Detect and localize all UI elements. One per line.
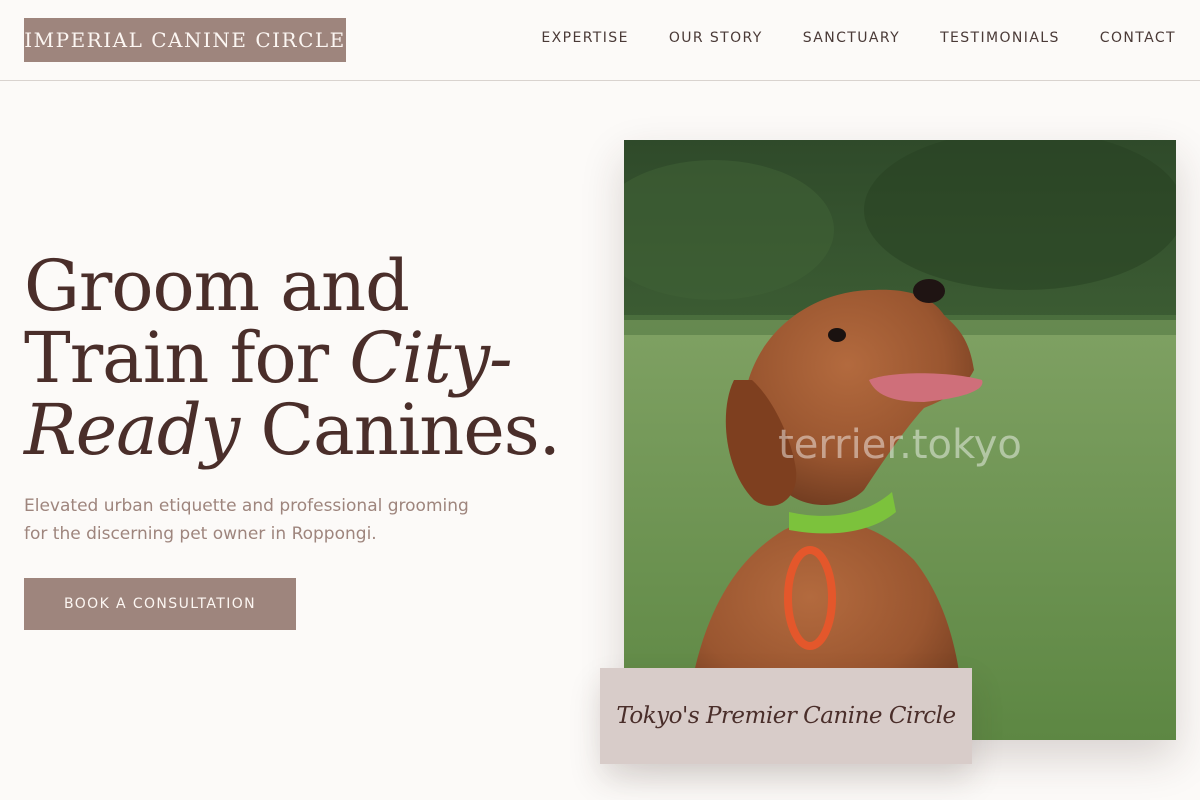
site-header: IMPERIAL CANINE CIRCLE EXPERTISE OUR STO… xyxy=(0,0,1200,81)
main-nav: EXPERTISE OUR STORY SANCTUARY TESTIMONIA… xyxy=(541,30,1176,48)
logo[interactable]: IMPERIAL CANINE CIRCLE xyxy=(24,18,346,62)
caption-text: Tokyo's Premier Canine Circle xyxy=(616,703,956,729)
headline-italic-ready: Ready xyxy=(24,389,240,471)
book-consultation-button[interactable]: BOOK A CONSULTATION xyxy=(24,578,296,630)
dog-photo-illustration: terrier.tokyo xyxy=(624,140,1176,740)
headline-line-3: Canines. xyxy=(239,389,560,471)
hero-headline: Groom and Train for City- Ready Canines. xyxy=(24,250,584,466)
headline-italic-city: City- xyxy=(349,317,512,399)
caption-card: Tokyo's Premier Canine Circle xyxy=(600,668,972,764)
nav-contact[interactable]: CONTACT xyxy=(1100,30,1176,48)
nav-our-story[interactable]: OUR STORY xyxy=(669,30,763,48)
nav-testimonials[interactable]: TESTIMONIALS xyxy=(940,30,1060,48)
headline-line-2: Train for xyxy=(24,317,350,399)
nav-sanctuary[interactable]: SANCTUARY xyxy=(803,30,900,48)
hero-subtext: Elevated urban etiquette and professiona… xyxy=(24,496,469,544)
hero-dog-photo: terrier.tokyo xyxy=(624,140,1176,740)
photo-watermark: terrier.tokyo xyxy=(778,422,1022,468)
nav-expertise[interactable]: EXPERTISE xyxy=(541,30,628,48)
headline-line-1: Groom and xyxy=(24,245,410,327)
